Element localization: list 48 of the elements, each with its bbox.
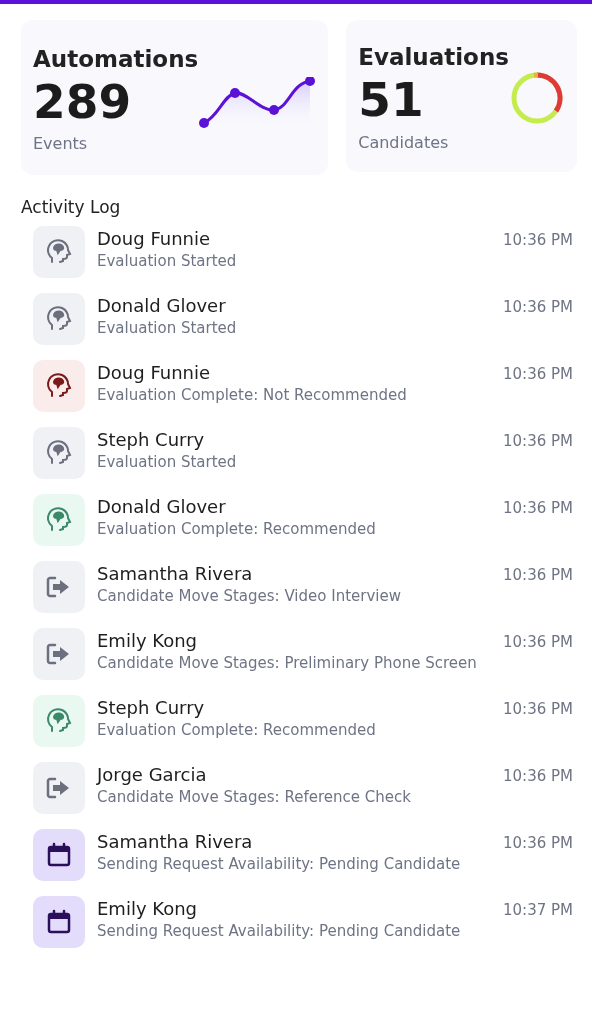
calendar-icon (33, 896, 85, 948)
brain-head-icon (33, 226, 85, 278)
activity-detail: Evaluation Complete: Recommended (97, 519, 377, 539)
activity-name: Steph Curry (97, 696, 206, 720)
activity-time: 10:36 PM (503, 834, 573, 852)
activity-name: Samantha Rivera (97, 830, 254, 854)
activity-detail: Candidate Move Stages: Video Interview (97, 586, 402, 606)
activity-detail: Candidate Move Stages: Reference Check (97, 787, 412, 807)
section-title: Activity Log (21, 197, 122, 217)
stat-value: 289 (33, 73, 133, 131)
activity-time: 10:36 PM (503, 566, 573, 584)
brain-head-icon (33, 695, 85, 747)
activity-detail: Evaluation Complete: Recommended (97, 720, 377, 740)
activity-name: Doug Funnie (97, 361, 212, 385)
activity-time: 10:37 PM (503, 901, 573, 919)
activity-name: Donald Glover (97, 294, 227, 318)
activity-detail: Candidate Move Stages: Preliminary Phone Screen (97, 653, 478, 673)
activity-name: Jorge Garcia (97, 763, 208, 787)
activity-time: 10:36 PM (503, 231, 573, 249)
activity-detail: Evaluation Complete: Not Recommended (97, 385, 408, 405)
brain-head-icon (33, 494, 85, 546)
activity-detail: Evaluation Started (97, 318, 238, 338)
activity-time: 10:36 PM (503, 767, 573, 785)
activity-time: 10:36 PM (503, 499, 573, 517)
brain-head-icon (33, 360, 85, 412)
calendar-icon (33, 829, 85, 881)
brain-head-icon (33, 293, 85, 345)
stat-value: 51 (358, 72, 425, 129)
activity-detail: Sending Request Availability: Pending Candidate (97, 921, 462, 941)
activity-detail: Evaluation Started (97, 452, 238, 472)
activity-name: Doug Funnie (97, 227, 212, 251)
activity-time: 10:36 PM (503, 365, 573, 383)
activity-time: 10:36 PM (503, 700, 573, 718)
activity-time: 10:36 PM (503, 298, 573, 316)
activity-name: Samantha Rivera (97, 562, 254, 586)
activity-name: Donald Glover (97, 495, 227, 519)
stat-caption: Candidates (358, 132, 450, 152)
stat-title: Automations (33, 45, 199, 72)
activity-detail: Sending Request Availability: Pending Candidate (97, 854, 462, 874)
activity-name: Emily Kong (97, 629, 199, 653)
activity-name: Emily Kong (97, 897, 199, 921)
stat-caption: Events (33, 134, 89, 154)
stat-title: Evaluations (358, 44, 509, 71)
activity-time: 10:36 PM (503, 633, 573, 651)
activity-name: Steph Curry (97, 428, 206, 452)
brain-head-icon (33, 427, 85, 479)
activity-time: 10:36 PM (503, 432, 573, 450)
activity-detail: Evaluation Started (97, 251, 238, 271)
